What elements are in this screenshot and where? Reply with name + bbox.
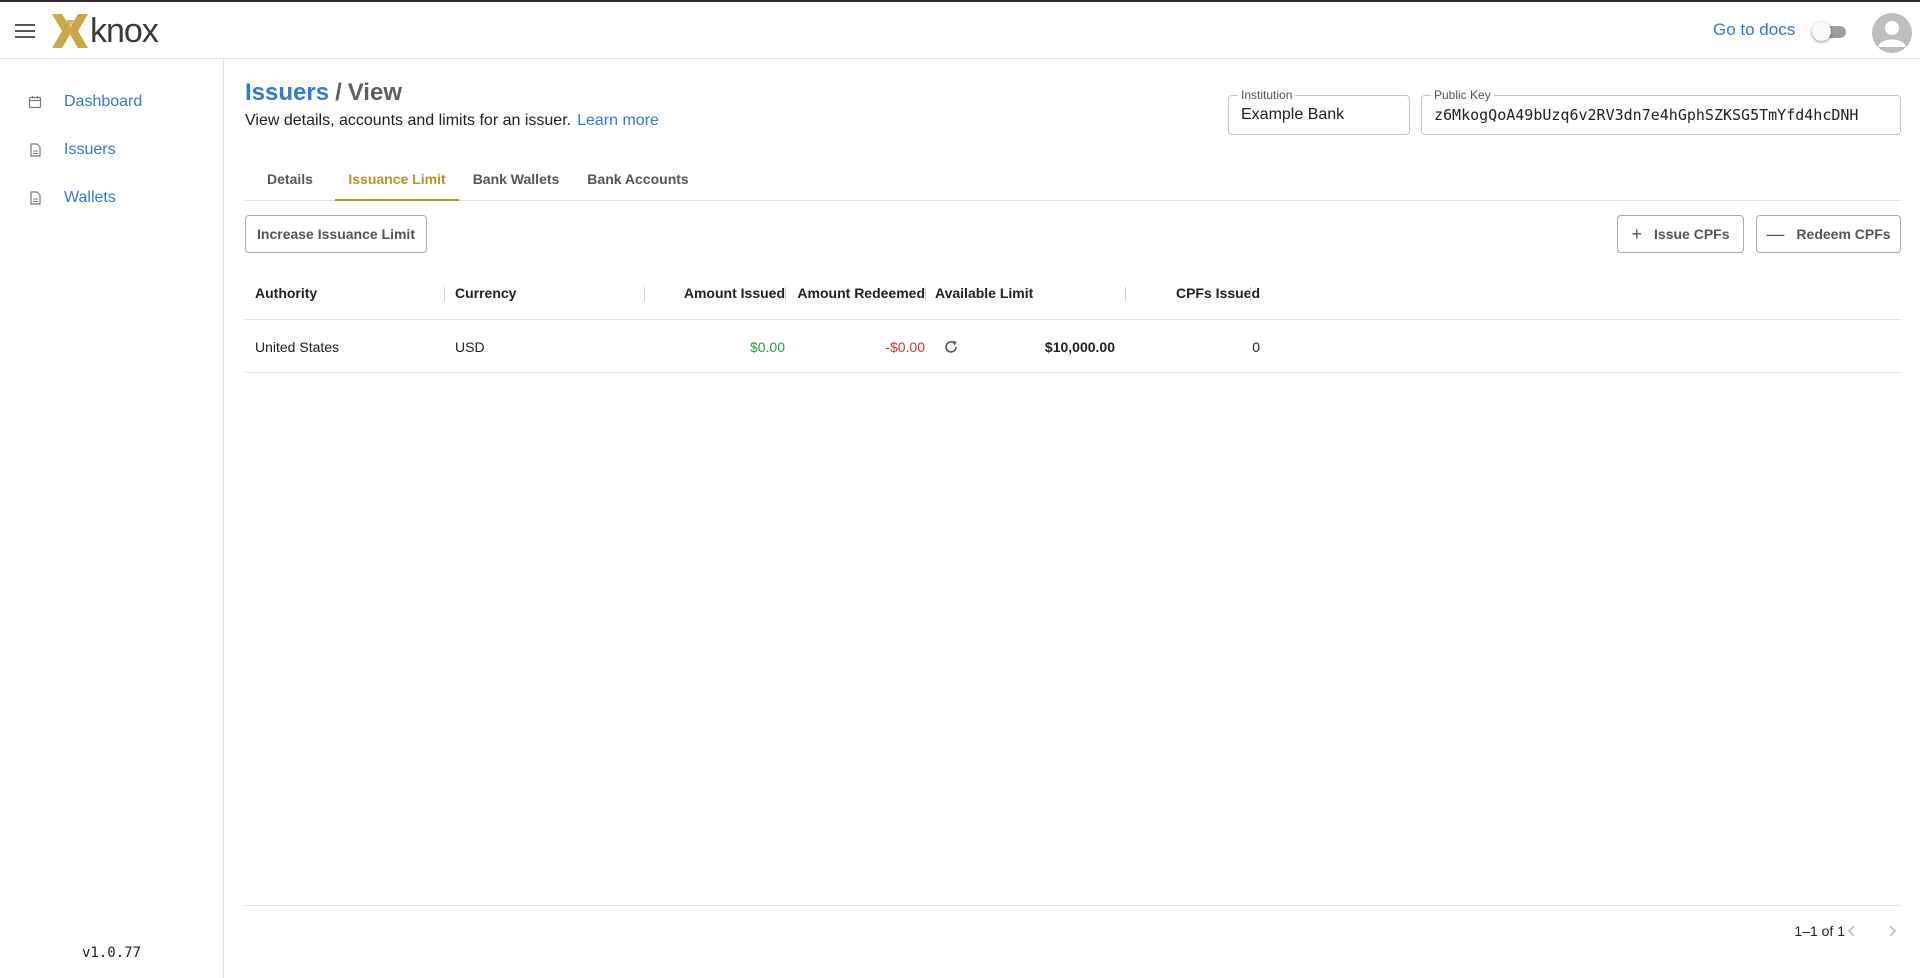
document-icon [30,191,41,205]
institution-input[interactable] [1229,96,1409,134]
learn-more-link[interactable]: Learn more [577,112,659,129]
tab-bank-wallets[interactable]: Bank Wallets [459,157,573,201]
app-version: v1.0.77 [81,945,141,961]
subtitle-text: View details, accounts and limits for an… [245,112,572,129]
table-header: Authority Currency Amount Issued Amount … [245,266,1901,320]
column-header-authority[interactable]: Authority [255,266,435,320]
pagination-range: 1–1 of 1 [1794,923,1845,939]
column-header-amount-redeemed[interactable]: Amount Redeemed [790,266,925,320]
institution-field: Institution [1228,88,1410,135]
column-header-available-limit[interactable]: Available Limit [935,266,1085,320]
cell-amount-redeemed: -$0.00 [885,339,925,355]
button-label: Issue CPFs [1654,226,1730,242]
calendar-icon [28,96,42,109]
tab-issuance-limit[interactable]: Issuance Limit [335,157,459,201]
column-header-currency[interactable]: Currency [455,266,635,320]
increase-issuance-limit-button[interactable]: Increase Issuance Limit [245,215,427,253]
user-avatar-icon[interactable] [1872,13,1912,53]
minus-icon: — [1766,224,1785,244]
column-separator[interactable] [644,287,645,301]
menu-icon[interactable] [12,18,38,44]
page-title: Issuers / View [245,79,402,107]
table-footer-divider [245,905,1901,906]
cell-available-limit: $10,000.00 [1044,339,1115,355]
sidebar-item-dashboard[interactable]: Dashboard [0,82,223,122]
brand-name: knox [90,12,159,50]
knox-logo-mark [52,14,88,48]
breadcrumb-issuers-link[interactable]: Issuers [245,79,329,106]
sidebar-item-label: Issuers [64,141,116,158]
cell-amount-issued: $0.00 [749,339,785,355]
tab-bank-accounts[interactable]: Bank Accounts [573,157,703,201]
column-separator[interactable] [785,287,786,301]
public-key-input[interactable] [1422,96,1900,134]
knox-logo[interactable]: knox [52,12,159,50]
redeem-cpfs-button[interactable]: — Redeem CPFs [1756,215,1901,253]
cell-currency: USD [455,339,485,355]
button-label: Redeem CPFs [1796,226,1891,242]
previous-page-icon[interactable] [1838,917,1866,945]
column-separator[interactable] [925,287,926,301]
refresh-icon[interactable] [942,338,960,356]
table-row[interactable]: United States USD $0.00 -$0.00 $10,000.0… [245,321,1901,373]
column-separator[interactable] [444,287,445,301]
public-key-field: Public Key [1421,88,1901,135]
sidebar-item-label: Dashboard [64,93,143,110]
top-app-bar: knox Go to docs [0,0,1920,59]
column-header-cpfs-issued[interactable]: CPFs Issued [1135,266,1260,320]
go-to-docs-link[interactable]: Go to docs [1713,20,1795,40]
next-page-icon[interactable] [1878,917,1906,945]
page-subtitle: View details, accounts and limits for an… [245,112,659,130]
plus-icon: + [1631,224,1643,244]
breadcrumb-separator: / [335,79,342,106]
column-separator[interactable] [1250,287,1251,301]
breadcrumb-current: View [347,79,402,106]
tab-bar: Details Issuance Limit Bank Wallets Bank… [245,157,1901,201]
sidebar-item-label: Wallets [64,189,116,206]
document-icon [30,143,41,157]
cell-authority: United States [255,339,340,355]
cell-cpfs-issued: 0 [1252,339,1260,355]
column-separator[interactable] [1125,287,1126,301]
sidebar: Dashboard Issuers Wallets v1.0.77 [0,59,224,978]
issue-cpfs-button[interactable]: + Issue CPFs [1617,215,1744,253]
theme-toggle[interactable] [1812,22,1846,41]
tab-details[interactable]: Details [245,157,335,201]
sidebar-item-wallets[interactable]: Wallets [0,178,223,218]
button-label: Increase Issuance Limit [257,226,415,242]
sidebar-item-issuers[interactable]: Issuers [0,130,223,170]
column-header-amount-issued[interactable]: Amount Issued [655,266,785,320]
main-content: Issuers / View View details, accounts and … [245,59,1901,978]
